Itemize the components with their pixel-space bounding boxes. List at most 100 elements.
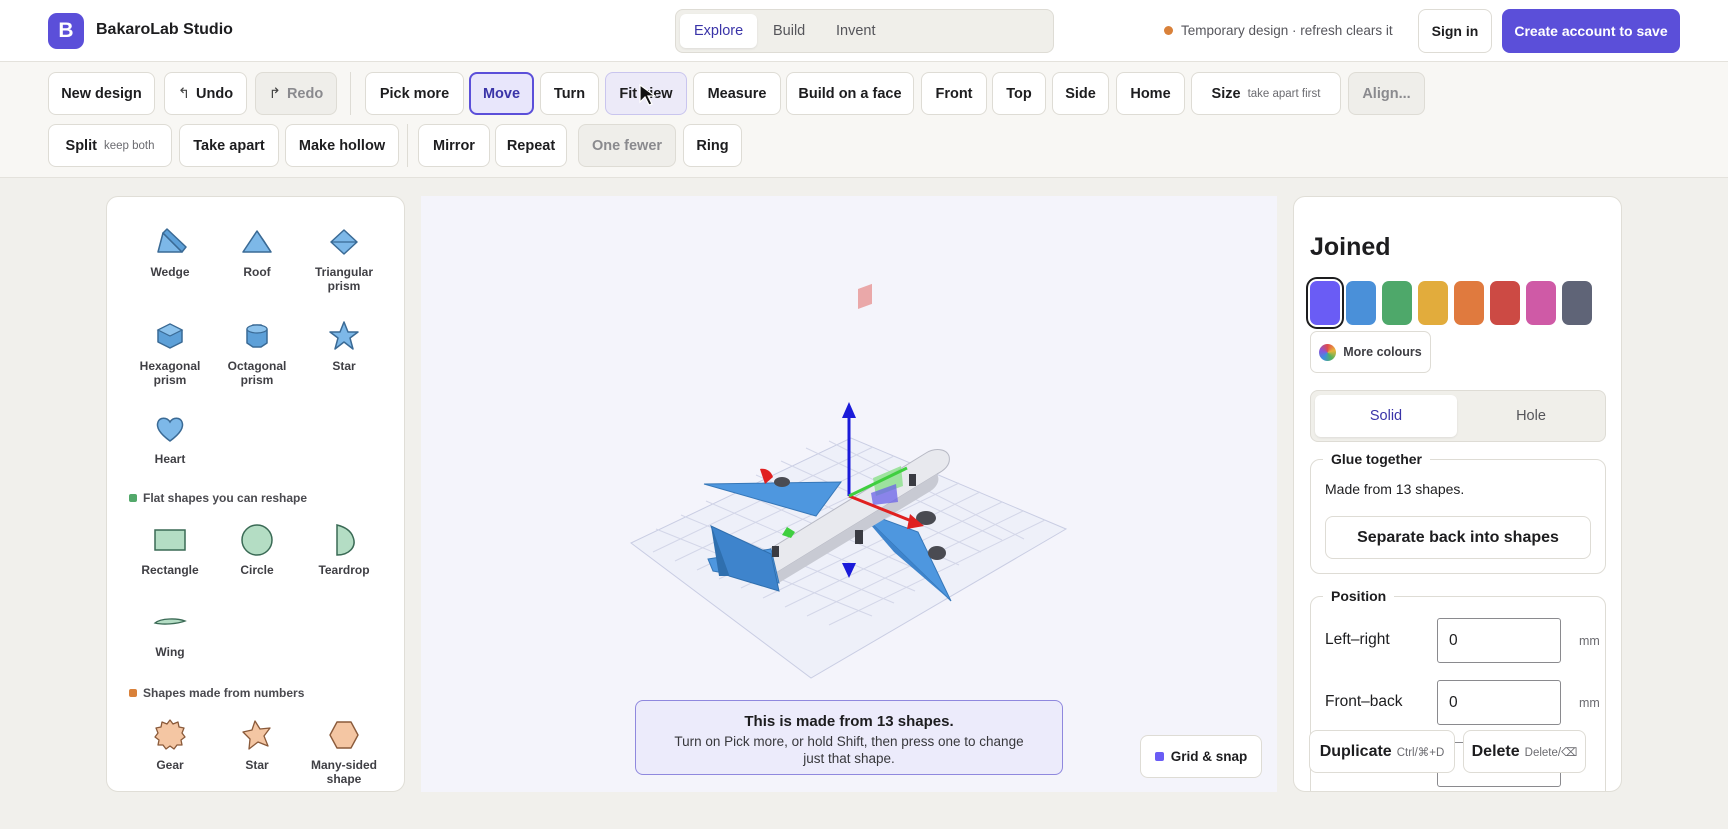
selection-title: Joined [1310,233,1391,261]
made-from-text: Made from 13 shapes. [1325,481,1465,497]
duplicate-button[interactable]: Duplicate Ctrl/⌘+D [1309,730,1455,773]
palette-shape-wedge[interactable]: Wedge [126,225,214,279]
top-view-label: Top [1006,85,1032,102]
color-swatch-yellow[interactable] [1418,281,1448,325]
palette-shape-label: Roof [243,265,271,279]
repeat-button[interactable]: Repeat [495,124,567,167]
mirror-button[interactable]: Mirror [418,124,490,167]
measure-button[interactable]: Measure [693,72,781,115]
align-button[interactable]: Align... [1348,72,1425,115]
palette-shape-gear[interactable]: Gear [126,718,214,772]
one-fewer-label: One fewer [591,137,663,154]
palette-shape-label: Hexagonal prism [139,359,201,387]
left-right-input[interactable]: 0 [1437,618,1561,663]
mode-tab-explore[interactable]: Explore [680,14,758,48]
new-design-button[interactable]: New design [48,72,155,115]
palette-shape-label: Wing [155,645,185,659]
turn-label: Turn [553,85,586,102]
palette-shape-label: Heart [154,452,186,466]
triangular-prism-icon [330,229,358,255]
flat-shapes-heading: Flat shapes you can reshape [129,491,307,505]
pick-more-label: Pick more [379,85,450,102]
turn-button[interactable]: Turn [540,72,599,115]
split-hint: keep both [103,139,155,152]
front-view-label: Front [935,85,973,102]
palette-shape-wing[interactable]: Wing [126,605,214,659]
position-heading: Position [1323,588,1395,604]
solid-hole-toggle: Solid Hole [1310,390,1606,442]
selection-info-banner: This is made from 13 shapes. Turn on Pic… [635,700,1063,775]
mode-tab-invent[interactable]: Invent [822,14,890,48]
flat-shapes-marker [129,494,137,502]
side-view-button[interactable]: Side [1052,72,1109,115]
undo-button[interactable]: ↰ Undo [164,72,247,115]
front-view-button[interactable]: Front [921,72,987,115]
palette-shape-hexagonal-prism[interactable]: Hexagonal prism [126,319,214,387]
properties-panel: Joined More colours Solid Hole Glue toge… [1293,196,1622,792]
top-view-button[interactable]: Top [992,72,1046,115]
build-on-a-face-button[interactable]: Build on a face [786,72,914,115]
flat-shapes-heading-text: Flat shapes you can reshape [143,491,308,505]
color-swatch-orange[interactable] [1454,281,1484,325]
measure-label: Measure [707,85,767,102]
palette-shape-label: Rectangle [141,563,199,577]
grid-snap-button[interactable]: Grid & snap [1140,735,1262,778]
front-back-input[interactable]: 0 [1437,680,1561,725]
duplicate-label: Duplicate [1319,742,1392,760]
gizmo-plane-xz-handle[interactable] [858,283,872,309]
make-hollow-label: Make hollow [298,137,386,154]
palette-shape-triangular-prism[interactable]: Triangular prism [300,225,388,293]
3d-viewport[interactable]: This is made from 13 shapes. Turn on Pic… [421,196,1277,792]
hole-tab[interactable]: Hole [1460,395,1602,437]
palette-shape-heart[interactable]: Heart [126,412,214,466]
color-swatch-blue[interactable] [1346,281,1376,325]
pick-more-button[interactable]: Pick more [365,72,464,115]
info-body: Turn on Pick more, or hold Shift, then p… [674,734,1024,766]
palette-shape-star-2d[interactable]: Star [213,718,301,772]
take-apart-button[interactable]: Take apart [179,124,279,167]
color-swatch-slate[interactable] [1562,281,1592,325]
make-hollow-button[interactable]: Make hollow [285,124,399,167]
split-button[interactable]: Split keep both [48,124,172,167]
mode-tab-build[interactable]: Build [759,14,819,48]
mirror-label: Mirror [433,137,475,154]
solid-tab[interactable]: Solid [1315,395,1457,437]
move-button[interactable]: Move [469,72,534,115]
duplicate-shortcut: Ctrl/⌘+D [1396,746,1445,759]
mouse-cursor-icon [639,83,657,106]
palette-shape-roof[interactable]: Roof [213,225,301,279]
teardrop-icon [336,524,355,556]
app-title: BakaroLab Studio [96,21,233,38]
home-view-button[interactable]: Home [1116,72,1185,115]
redo-button[interactable]: ↱ Redo [255,72,337,115]
separate-shapes-button[interactable]: Separate back into shapes [1325,516,1591,559]
roof-icon [242,230,272,253]
palette-shape-octagonal-prism[interactable]: Octagonal prism [213,319,301,387]
color-swatch-purple[interactable] [1310,281,1340,325]
ring-button[interactable]: Ring [683,124,742,167]
color-swatch-red[interactable] [1490,281,1520,325]
toolbar-divider [350,72,351,115]
more-colours-button[interactable]: More colours [1310,331,1431,373]
shape-palette: Wedge Roof Triangular prism Hexagonal pr… [106,196,405,792]
palette-shape-circle[interactable]: Circle [213,523,301,577]
color-swatch-pink[interactable] [1526,281,1556,325]
mode-switcher: Explore Build Invent [675,9,1054,53]
redo-icon: ↱ [268,85,281,102]
sign-in-button[interactable]: Sign in [1418,9,1492,53]
polygon-icon [329,721,359,749]
glue-together-section: Glue together Made from 13 shapes. Separ… [1310,451,1606,574]
align-label: Align... [1362,85,1411,102]
color-swatch-green[interactable] [1382,281,1412,325]
create-account-button[interactable]: Create account to save [1502,9,1680,53]
front-back-unit: mm [1579,696,1600,710]
delete-button[interactable]: Delete Delete/⌫ [1463,730,1586,773]
gizmo-z-arrow[interactable] [842,402,856,418]
wing-icon [153,618,187,625]
palette-shape-star[interactable]: Star [300,319,388,373]
palette-shape-rectangle[interactable]: Rectangle [126,523,214,577]
one-fewer-button[interactable]: One fewer [578,124,676,167]
palette-shape-teardrop[interactable]: Teardrop [300,523,388,577]
size-button[interactable]: Size take apart first [1191,72,1341,115]
palette-shape-many-sided[interactable]: Many-sided shape [300,718,388,786]
